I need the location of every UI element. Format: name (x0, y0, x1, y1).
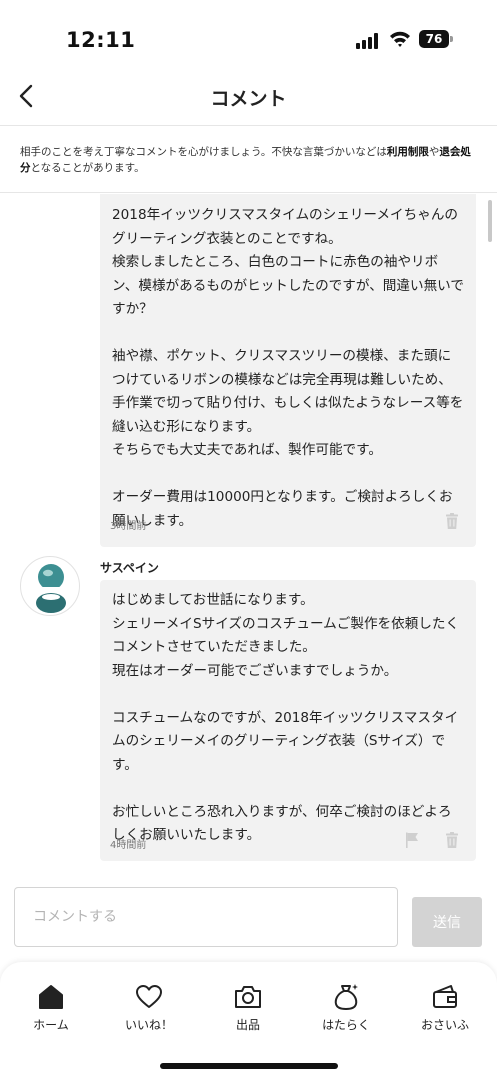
tab-label: 出品 (235, 1018, 260, 1032)
nav-header: コメント (0, 70, 497, 126)
comment-guideline-notice: 相手のことを考え丁寧なコメントを心がけましょう。不快な言葉づかいなどは利用制限や… (0, 127, 497, 193)
tab-like[interactable]: いいね！ (109, 982, 189, 1038)
home-indicator (160, 1063, 338, 1069)
tab-label: いいね！ (124, 1018, 173, 1032)
trash-icon[interactable] (443, 512, 461, 530)
tab-home[interactable]: ホーム (11, 982, 91, 1038)
comment-time: 3時間前 (110, 521, 147, 532)
tab-wallet[interactable]: おさいふ (405, 982, 485, 1038)
tab-work[interactable]: はたらく (306, 982, 386, 1038)
comment-input[interactable] (14, 887, 398, 947)
author-name[interactable]: サスペイン (100, 559, 159, 576)
wallet-icon (433, 985, 457, 1008)
comment-bubble: 2018年イッツクリスマスタイムのシェリーメイちゃんのグリーティング衣装とのこと… (100, 194, 476, 547)
battery-indicator: 76 (419, 30, 453, 48)
comment-list[interactable]: 2018年イッツクリスマスタイムのシェリーメイちゃんのグリーティング衣装とのこと… (0, 194, 497, 870)
avatar[interactable] (20, 556, 80, 616)
home-icon (39, 985, 63, 1009)
heart-icon (136, 985, 162, 1008)
flag-icon[interactable] (403, 831, 421, 849)
comment-bubble: はじめましてお世話になります。 シェリーメイSサイズのコスチュームご製作を依頼し… (100, 580, 476, 861)
page-title: コメント (210, 88, 287, 110)
battery-cap (450, 36, 453, 42)
tab-label: はたらく (322, 1018, 370, 1032)
tab-label: ホーム (33, 1018, 69, 1032)
tab-label: おさいふ (420, 1018, 469, 1032)
comment-body: 2018年イッツクリスマスタイムのシェリーメイちゃんのグリーティング衣装とのこと… (112, 207, 464, 529)
send-button[interactable]: 送信 (412, 897, 482, 947)
signal-icon (356, 33, 378, 49)
notice-text: となることがあります。 (30, 162, 145, 174)
scrollbar[interactable] (488, 200, 492, 242)
notice-text: 相手のことを考え丁寧なコメントを心がけましょう。不快な言葉づかいなどは (20, 146, 387, 158)
usage-restriction-link[interactable]: 利用制限 (387, 146, 429, 158)
notice-text: や (428, 146, 440, 158)
battery-level: 76 (419, 30, 449, 48)
status-time: 12:11 (66, 28, 136, 52)
tab-sell[interactable]: 出品 (208, 982, 288, 1038)
trash-icon[interactable] (443, 831, 461, 849)
camera-icon (235, 986, 261, 1008)
money-bag-icon (334, 984, 358, 1010)
wifi-icon (390, 31, 410, 47)
avatar-image (36, 564, 66, 613)
status-bar: 12:11 76 (0, 0, 497, 70)
comment-time: 4時間前 (110, 840, 147, 851)
comment-body: はじめましてお世話になります。 シェリーメイSサイズのコスチュームご製作を依頼し… (112, 592, 460, 843)
comment-input-row: 送信 (0, 870, 497, 962)
